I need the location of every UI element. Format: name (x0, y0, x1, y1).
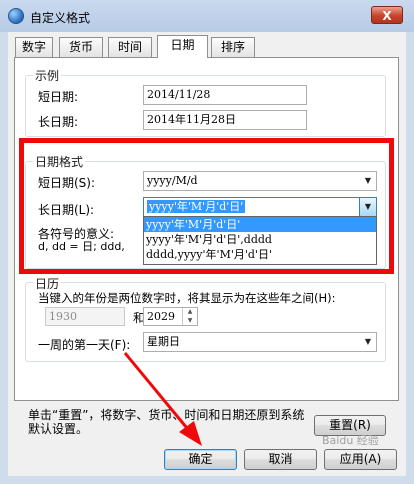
symbols-text: d, dd = 日; ddd, (38, 240, 125, 253)
apply-button[interactable]: 应用(A) (324, 449, 397, 470)
short-date-combo[interactable]: yyyy/M/d ▼ (143, 171, 377, 191)
year-to-value: 2029 (147, 310, 175, 323)
short-date-value: yyyy/M/d (147, 174, 198, 187)
dropdown-option[interactable]: yyyy'年'M'月'd'日',dddd (144, 232, 376, 247)
tab-time[interactable]: 时间 (108, 37, 152, 57)
reset-description: 单击“重置”，将数字、货币、时间和日期还原到系统默认设置。 (28, 408, 305, 436)
year-to-stepper[interactable]: 2029 ▲ ▼ (143, 307, 198, 326)
two-digit-year-text: 当键入的年份是两位数字时，将其显示为在这些年之间(H): (38, 291, 336, 305)
dropdown-option[interactable]: yyyy'年'M'月'd'日' (144, 217, 376, 232)
cancel-button[interactable]: 取消 (244, 449, 317, 470)
long-date-dropdown[interactable]: yyyy'年'M'月'd'日' yyyy'年'M'月'd'日',dddd ddd… (143, 216, 377, 265)
long-date-value: yyyy'年'M'月'd'日' (147, 200, 246, 213)
close-button[interactable]: X (371, 6, 403, 24)
example-short-value: 2014/11/28 (143, 85, 307, 105)
window-title: 自定义格式 (30, 11, 91, 25)
example-long-label: 长日期: (38, 115, 79, 129)
tab-currency[interactable]: 货币 (59, 37, 103, 57)
first-day-value: 星期日 (147, 335, 180, 348)
watermark: Baidu 经验 (322, 434, 379, 447)
year-from-field: 1930 (45, 307, 125, 326)
tab-sort[interactable]: 排序 (211, 37, 255, 57)
first-day-combo[interactable]: 星期日 ▼ (143, 332, 377, 352)
example-long-value: 2014年11月28日 (143, 110, 307, 130)
chevron-down-icon[interactable]: ▼ (359, 198, 376, 216)
chevron-down-icon[interactable]: ▼ (360, 172, 376, 190)
chevron-down-icon[interactable]: ▼ (360, 333, 376, 351)
short-date-label: 短日期(S): (38, 176, 96, 190)
globe-icon (8, 8, 24, 24)
long-date-label: 长日期(L): (38, 203, 95, 217)
long-date-combo[interactable]: yyyy'年'M'月'd'日' ▼ (143, 197, 377, 217)
ok-button[interactable]: 确定 (164, 449, 237, 470)
tab-date[interactable]: 日期 (157, 35, 208, 58)
tab-number[interactable]: 数字 (15, 37, 53, 57)
example-short-label: 短日期: (38, 90, 79, 104)
dropdown-option[interactable]: dddd,yyyy'年'M'月'd'日' (144, 247, 376, 262)
year-from-value: 1930 (49, 310, 77, 323)
spin-arrows-icon[interactable]: ▲ ▼ (182, 308, 197, 325)
date-format-legend: 日期格式 (33, 153, 86, 170)
example-legend: 示例 (33, 67, 62, 84)
first-day-label: 一周的第一天(F): (38, 338, 131, 352)
